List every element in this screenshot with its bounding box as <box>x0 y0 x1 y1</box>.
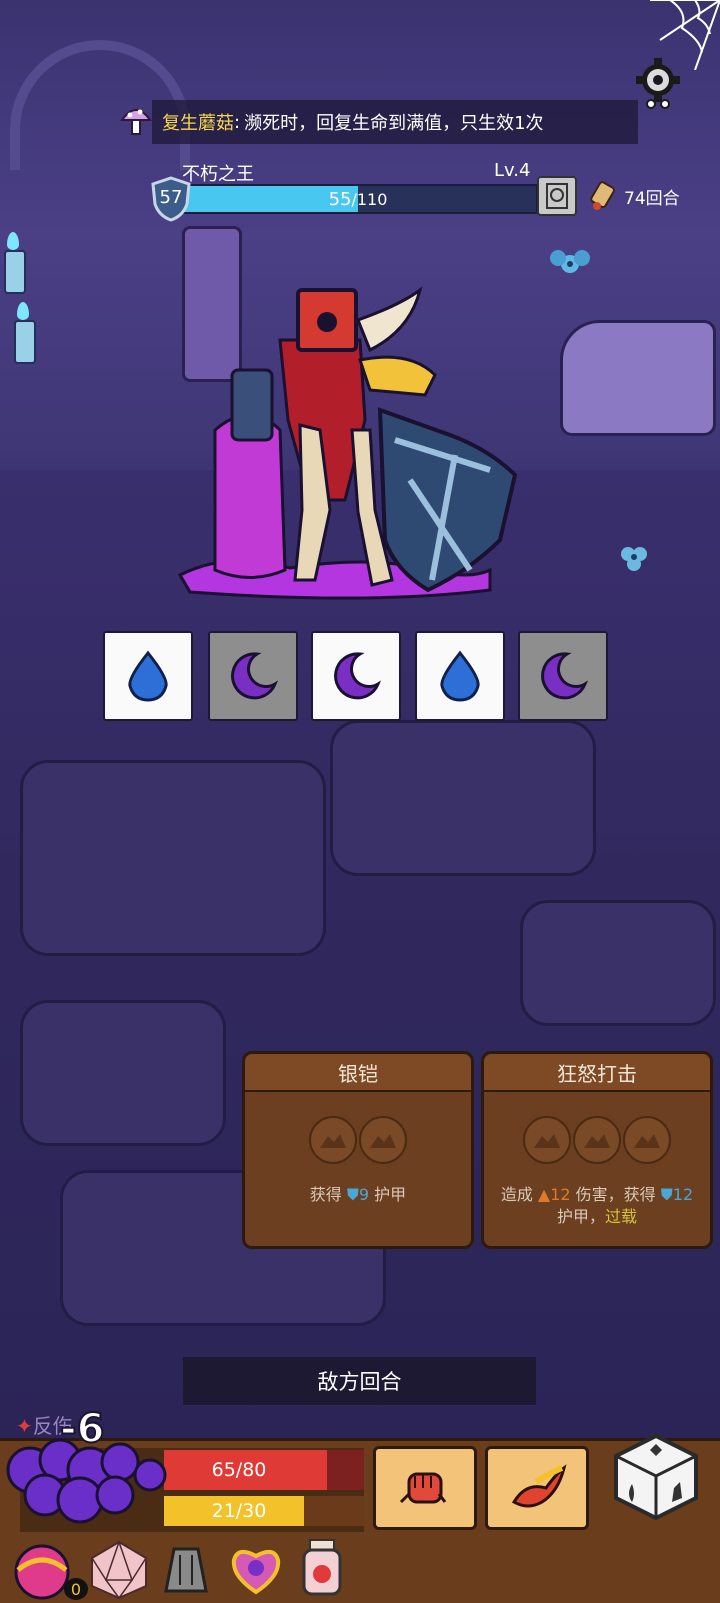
enemy-name: 不朽之王 <box>182 164 254 185</box>
rock-icon <box>320 1134 346 1148</box>
stone-altar <box>560 320 716 436</box>
damage-value: 12 <box>550 1185 571 1204</box>
roll-dice-button[interactable] <box>612 1432 700 1522</box>
enemy-shield-badge: 57 <box>150 176 192 222</box>
intent-card[interactable] <box>415 631 505 721</box>
damage-icon: ▲ <box>537 1185 551 1204</box>
player-energy-bar: 21/30 <box>164 1496 364 1526</box>
water-drop-icon <box>440 650 480 702</box>
enemy-info-button[interactable] <box>537 176 577 216</box>
enemy-hp-max: /110 <box>351 189 388 209</box>
player-hp-text: 65/80 <box>211 1459 267 1481</box>
desc-text: 伤害，获得 <box>570 1185 661 1204</box>
blue-flower-icon <box>540 244 600 284</box>
disk-icon <box>546 183 568 209</box>
dice-slot[interactable] <box>573 1116 621 1164</box>
floor-stone <box>20 760 326 956</box>
intent-card[interactable] <box>208 631 298 721</box>
enemy-hp-bar: 55/110 <box>178 184 538 214</box>
skill-description: 获得 ⛊9 护甲 <box>251 1184 465 1206</box>
crescent-moon-icon <box>231 652 279 700</box>
armor-value: 12 <box>672 1185 694 1204</box>
mushroom-icon <box>120 104 152 138</box>
intent-card[interactable] <box>103 631 193 721</box>
fist-skill-button[interactable] <box>373 1446 477 1530</box>
enemy-turn-banner: 敌方回合 <box>183 1357 536 1405</box>
dice-slots <box>484 1116 710 1164</box>
relic-notice: 复生蘑菇: 濒死时，回复生命到满值，只生效1次 <box>152 100 638 144</box>
desc-text: 造成 <box>500 1185 538 1204</box>
enemy-hp-text: 55/110 <box>180 186 536 212</box>
fire-slash-icon <box>511 1464 567 1508</box>
rock-icon <box>634 1134 660 1148</box>
skill-card-fury-strike[interactable]: 狂怒打击 造成 ▲12 伤害，获得 ⛊12 护甲，过载 <box>481 1051 713 1249</box>
candle <box>14 320 36 364</box>
floor-stone <box>520 900 716 1026</box>
dice-slot[interactable] <box>359 1116 407 1164</box>
relic-separator: : <box>234 111 241 133</box>
armor-icon: ⛊ <box>346 1185 359 1204</box>
player-hp-bar: 65/80 <box>164 1450 364 1490</box>
desc-text: 获得 <box>309 1185 347 1204</box>
gold-count: 0 <box>64 1578 88 1600</box>
player-energy-text: 21/30 <box>211 1500 267 1522</box>
d20-icon <box>91 1540 147 1600</box>
water-drop-icon <box>128 650 168 702</box>
enemy-level: Lv.4 <box>494 160 531 181</box>
rock-icon <box>370 1134 396 1148</box>
fire-skill-button[interactable] <box>485 1446 589 1530</box>
round-count: 74回合 <box>624 188 680 209</box>
skill-card-silver-armor[interactable]: 银铠 获得 ⛊9 护甲 <box>242 1051 474 1249</box>
candle-flame-icon <box>17 302 29 320</box>
armor-value: 9 <box>358 1185 370 1204</box>
settings-gear-button[interactable] <box>632 58 684 110</box>
counter-icon: ✦ <box>16 1414 33 1438</box>
potion-jar-relic[interactable] <box>300 1538 344 1598</box>
enemy-shield-value: 57 <box>159 187 183 208</box>
floor-stone <box>20 1000 226 1146</box>
floor-stone <box>330 720 596 876</box>
round-counter: 74回合 <box>588 178 680 214</box>
rock-icon <box>534 1134 560 1148</box>
relic-name: 复生蘑菇 <box>162 113 234 134</box>
blue-flower-icon <box>616 540 652 576</box>
jar-icon <box>302 1539 342 1596</box>
fist-icon <box>399 1472 447 1504</box>
heart-amulet-relic[interactable] <box>226 1540 286 1596</box>
crystal-dice-relic[interactable] <box>88 1540 150 1600</box>
skill-title: 银铠 <box>245 1054 471 1092</box>
gear-icon <box>636 58 680 109</box>
intent-card[interactable] <box>518 631 608 721</box>
skill-title: 狂怒打击 <box>484 1054 710 1092</box>
desc-text: 护甲， <box>556 1207 605 1226</box>
enemy-hp-current: 55 <box>328 188 352 210</box>
candle-flame-icon <box>7 232 19 250</box>
cloak-icon <box>164 1547 208 1593</box>
scroll-icon <box>590 181 615 210</box>
crescent-moon-icon <box>541 652 589 700</box>
immortal-king-monster[interactable] <box>170 280 530 610</box>
keyword-overload: 过载 <box>605 1207 638 1226</box>
desc-text: 护甲 <box>369 1185 407 1204</box>
armor-icon: ⛊ <box>660 1185 673 1204</box>
rock-icon <box>584 1134 610 1148</box>
orb-icon <box>14 1544 70 1600</box>
candle <box>4 250 26 294</box>
dice-slot[interactable] <box>523 1116 571 1164</box>
cloak-relic[interactable] <box>160 1544 212 1596</box>
dice-slots <box>245 1116 471 1164</box>
dice-slot[interactable] <box>623 1116 671 1164</box>
crescent-moon-icon <box>334 652 382 700</box>
dice-slot[interactable] <box>309 1116 357 1164</box>
damage-popup: -6 <box>59 1405 105 1453</box>
heart-amulet-icon <box>231 1549 281 1595</box>
skill-description: 造成 ▲12 伤害，获得 ⛊12 护甲，过载 <box>490 1184 704 1228</box>
relic-effect: 濒死时，回复生命到满值，只生效1次 <box>244 113 544 134</box>
intent-card[interactable] <box>311 631 401 721</box>
pink-orb-relic[interactable] <box>12 1540 72 1600</box>
dice-icon <box>614 1433 698 1521</box>
